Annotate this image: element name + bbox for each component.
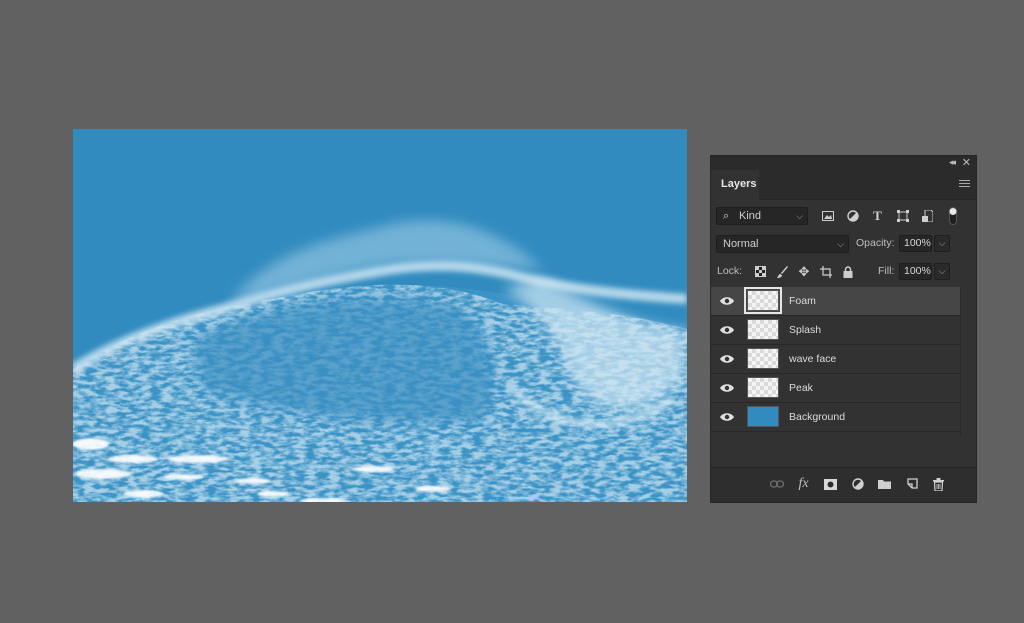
- lock-label: Lock:: [717, 265, 743, 277]
- layer-name: Splash: [789, 324, 822, 336]
- fill-label: Fill:: [878, 265, 895, 277]
- layers-list: Foam Splash wave face Peak Background: [711, 287, 961, 432]
- smart-object-filter-icon[interactable]: [915, 207, 940, 225]
- fill-dropdown-button[interactable]: ⌵: [934, 263, 950, 280]
- fx-icon: fx: [798, 476, 809, 491]
- layers-panel: ◂◂ ✕ Layers ⌕ Kind ⌵ T Normal ⌵ Opacity:…: [710, 155, 977, 503]
- type-filter-icon[interactable]: T: [865, 207, 890, 225]
- eye-icon[interactable]: [720, 382, 734, 394]
- tab-layers[interactable]: Layers: [711, 170, 759, 200]
- layer-style-button[interactable]: fx: [790, 475, 817, 493]
- trash-icon: [933, 477, 944, 491]
- lock-transparent-pixels-icon[interactable]: [749, 263, 771, 280]
- blend-row: Normal ⌵ Opacity: 100% ⌵: [711, 235, 976, 253]
- opacity-input[interactable]: 100%: [899, 235, 932, 252]
- new-group-button[interactable]: [871, 475, 898, 493]
- layers-scrollbar[interactable]: [960, 287, 961, 437]
- lock-all-icon[interactable]: [837, 263, 859, 280]
- opacity-label: Opacity:: [856, 237, 895, 249]
- lock-row: Lock: ✥ Fill: 100% ⌵: [711, 263, 976, 280]
- close-icon[interactable]: ✕: [962, 156, 971, 169]
- layer-row-foam[interactable]: Foam: [711, 287, 961, 316]
- folder-icon: [878, 480, 891, 489]
- panel-footer: fx: [711, 467, 976, 502]
- lock-image-pixels-icon[interactable]: [771, 263, 793, 280]
- blend-mode-select[interactable]: Normal ⌵: [716, 235, 849, 253]
- layer-thumbnail: [747, 319, 779, 340]
- layer-row-splash[interactable]: Splash: [711, 316, 961, 345]
- panel-tab-bar: Layers: [711, 170, 976, 200]
- shape-filter-icon[interactable]: [890, 207, 915, 225]
- blend-mode-value: Normal: [723, 238, 759, 250]
- layer-thumbnail: [747, 377, 779, 398]
- layer-thumbnail: [747, 348, 779, 369]
- mask-icon: [824, 478, 837, 490]
- kind-filter-select[interactable]: ⌕ Kind ⌵: [716, 207, 808, 225]
- wave-image: [73, 129, 687, 502]
- image-filter-icon[interactable]: [815, 207, 840, 225]
- new-adjustment-layer-button[interactable]: [844, 475, 871, 493]
- eye-icon[interactable]: [720, 324, 734, 336]
- opacity-dropdown-button[interactable]: ⌵: [934, 235, 950, 252]
- chevron-down-icon: ⌵: [837, 239, 844, 249]
- add-mask-button[interactable]: [817, 475, 844, 493]
- search-icon: ⌕: [723, 210, 730, 222]
- lock-position-icon[interactable]: ✥: [793, 263, 815, 280]
- double-chevron-left-icon[interactable]: ◂◂: [949, 157, 956, 168]
- delete-layer-button[interactable]: [925, 475, 952, 493]
- layer-thumbnail: [747, 406, 779, 427]
- lock-artboard-icon[interactable]: [815, 263, 837, 280]
- filter-toggle-switch[interactable]: [940, 207, 965, 225]
- new-layer-icon: [906, 478, 918, 489]
- hamburger-menu-icon[interactable]: [959, 180, 970, 188]
- panel-title-bar: ◂◂ ✕: [711, 156, 976, 170]
- eye-icon[interactable]: [720, 353, 734, 365]
- link-icon: [769, 480, 784, 488]
- layer-row-wave-face[interactable]: wave face: [711, 345, 961, 374]
- filter-row: ⌕ Kind ⌵ T: [711, 207, 976, 225]
- layer-name: Foam: [789, 295, 816, 307]
- layer-row-peak[interactable]: Peak: [711, 374, 961, 403]
- layer-thumbnail: [744, 287, 782, 314]
- link-layers-button[interactable]: [763, 475, 790, 493]
- layer-name: wave face: [789, 353, 837, 365]
- adjustment-filter-icon[interactable]: [840, 207, 865, 225]
- chevron-down-icon: ⌵: [796, 211, 803, 221]
- eye-icon[interactable]: [720, 411, 734, 423]
- kind-filter-label: Kind: [739, 210, 762, 222]
- fill-input[interactable]: 100%: [899, 263, 932, 280]
- layer-row-background[interactable]: Background: [711, 403, 961, 432]
- layer-name: Peak: [789, 382, 813, 394]
- new-layer-button[interactable]: [898, 475, 925, 493]
- adjustment-icon: [851, 478, 864, 490]
- eye-icon[interactable]: [720, 295, 734, 307]
- document-canvas[interactable]: [73, 129, 687, 502]
- layer-name: Background: [789, 411, 846, 423]
